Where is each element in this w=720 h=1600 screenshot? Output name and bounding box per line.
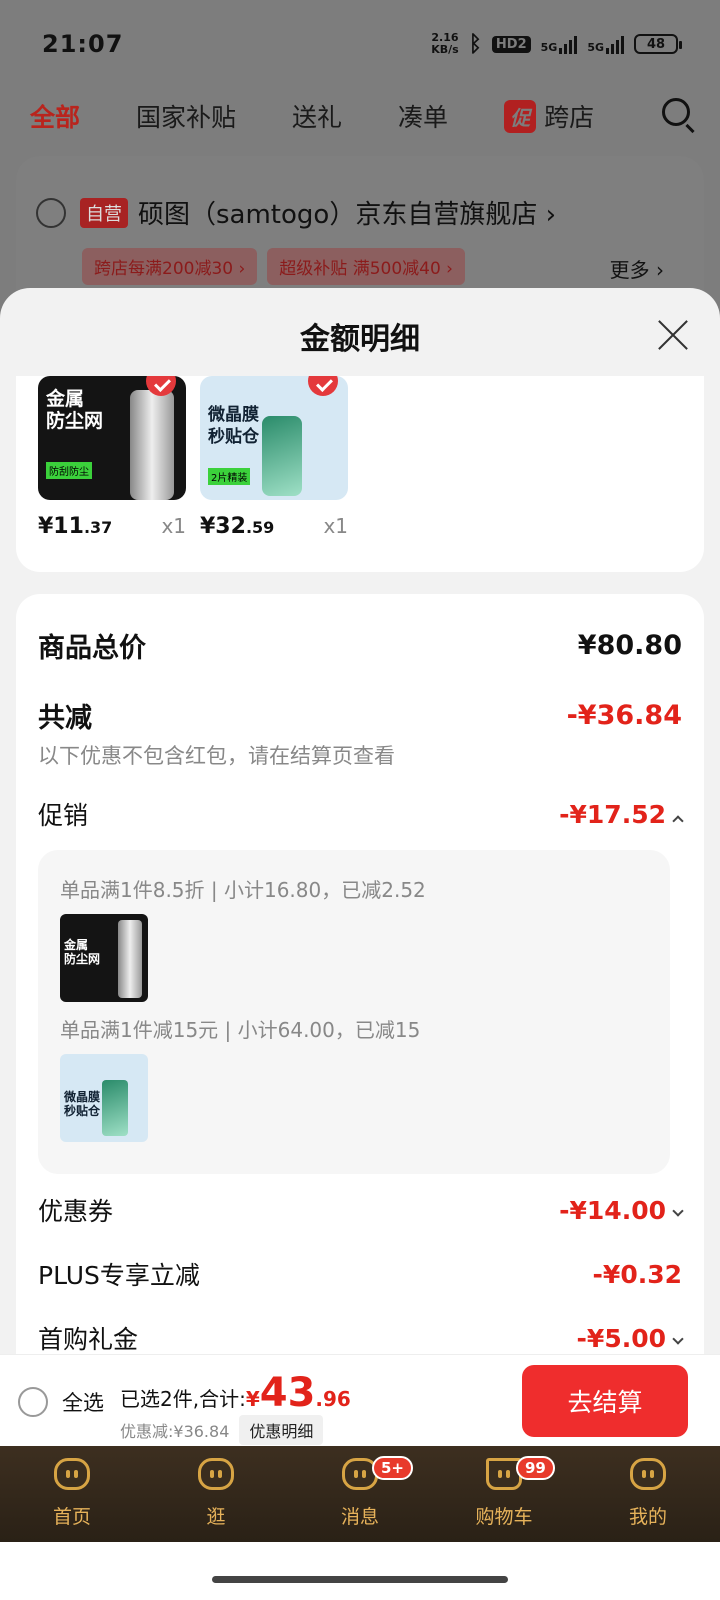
product-item[interactable]: 微晶膜 秒贴仓 2片精装 ¥32.59 x1 <box>200 376 348 539</box>
message-badge: 5+ <box>372 1456 414 1480</box>
promo-line: 单品满1件8.5折 | 小计16.80，已减2.52 <box>60 878 426 902</box>
profile-icon <box>630 1458 666 1490</box>
product-qty: x1 <box>161 514 186 538</box>
product-thumbnail: 金属 防尘网 防刮防尘 <box>38 376 186 500</box>
bottom-nav: 首页 逛 5+ 消息 99 购物车 我的 <box>0 1446 720 1542</box>
nav-browse[interactable]: 逛 <box>144 1446 288 1542</box>
product-price-row: ¥11.37 x1 <box>38 514 186 539</box>
signal-icon: 5G <box>541 34 578 54</box>
store-promo-chips: 跨店每满200减30 › 超级补贴 满500减40 › <box>82 248 465 285</box>
tab-all[interactable]: 全部 <box>30 98 80 134</box>
status-bar: 21:07 2.16 KB/s ᛒ HD2 5G 5G 48 <box>0 0 720 88</box>
amount-detail-sheet: 金额明细 金属 防尘网 防刮防尘 ¥11.37 x1 微晶膜 秒贴仓 2片精装 <box>0 288 720 1398</box>
checkout-bar: 全选 已选2件,合计: ¥ 43 .96 优惠减:¥36.84 优惠明细 去结算 <box>0 1354 720 1446</box>
signal-icon-2: 5G <box>587 34 624 54</box>
chevron-up-icon[interactable] <box>672 814 684 827</box>
promotion-value: -¥17.52 <box>559 800 684 829</box>
product-thumbnail: 微晶膜 秒贴仓 2片精装 <box>200 376 348 500</box>
promo-line: 单品满1件减15元 | 小计64.00，已减15 <box>60 1018 421 1042</box>
category-tabs: 全部 国家补贴 送礼 凑单 促 跨店 <box>0 88 720 144</box>
promo-tag-icon: 促 <box>504 99 537 133</box>
total-amount: 43 <box>259 1370 316 1416</box>
nav-cart[interactable]: 99 购物车 <box>432 1446 576 1542</box>
hd-voice-icon: HD2 <box>491 35 531 53</box>
cart-badge: 99 <box>516 1456 555 1480</box>
search-icon[interactable] <box>662 98 690 126</box>
home-icon <box>54 1458 90 1490</box>
phone-image <box>130 390 174 500</box>
discount-summary: 优惠减:¥36.84 优惠明细 <box>120 1415 324 1445</box>
first-purchase-row[interactable]: 首购礼金 -¥5.00 <box>38 1320 684 1356</box>
total-discount-value: -¥36.84 <box>566 700 682 731</box>
store-name[interactable]: 硕图（samtogo）京东自营旗舰店 › <box>138 194 556 231</box>
chevron-down-icon[interactable] <box>672 1204 684 1217</box>
product-price-row: ¥32.59 x1 <box>200 514 348 539</box>
coupon-row[interactable]: 优惠券 -¥14.00 <box>38 1192 684 1228</box>
promo-chip[interactable]: 跨店每满200减30 › <box>82 248 258 285</box>
promotion-row[interactable]: 促销 -¥17.52 <box>38 796 684 832</box>
promo-product-thumbnail: 金属 防尘网 <box>60 914 148 1002</box>
sheet-title: 金额明细 <box>300 322 420 357</box>
promo-chip[interactable]: 超级补贴 满500减40 › <box>267 248 465 285</box>
selected-products: 金属 防尘网 防刮防尘 ¥11.37 x1 微晶膜 秒贴仓 2片精装 ¥32.5… <box>16 376 704 572</box>
check-icon <box>308 376 338 396</box>
checkout-button[interactable]: 去结算 <box>522 1365 688 1437</box>
battery-icon: 48 <box>634 34 682 54</box>
product-qty: x1 <box>323 514 348 538</box>
self-operated-badge: 自营 <box>80 197 128 228</box>
total-price-value: ¥80.80 <box>577 630 682 661</box>
plus-discount-row: PLUS专享立减 -¥0.32 <box>38 1259 682 1291</box>
store-header[interactable]: 自营 硕图（samtogo）京东自营旗舰店 › <box>36 194 556 231</box>
network-speed: 2.16 KB/s <box>431 31 459 56</box>
total-price-row: 商品总价 ¥80.80 <box>38 630 682 664</box>
clock: 21:07 <box>42 30 124 58</box>
select-all-radio[interactable] <box>18 1387 48 1417</box>
nav-home[interactable]: 首页 <box>0 1446 144 1542</box>
tab-cross-store[interactable]: 跨店 <box>544 98 594 134</box>
bluetooth-icon: ᛒ <box>468 31 482 57</box>
product-item[interactable]: 金属 防尘网 防刮防尘 ¥11.37 x1 <box>38 376 186 539</box>
total-summary: 已选2件,合计: ¥ 43 .96 <box>120 1370 351 1416</box>
more-link[interactable]: 更多 › <box>610 254 664 283</box>
tab-bundle[interactable]: 凑单 <box>398 98 448 134</box>
tab-subsidy[interactable]: 国家补贴 <box>136 98 236 134</box>
store-select-radio[interactable] <box>36 197 66 228</box>
phone-image <box>262 416 302 496</box>
close-icon[interactable] <box>656 318 690 352</box>
promo-product-thumbnail: 微晶膜 秒贴仓 <box>60 1054 148 1142</box>
amount-breakdown: 商品总价 ¥80.80 共减 -¥36.84 以下优惠不包含红包，请在结算页查看… <box>16 594 704 1398</box>
nav-profile[interactable]: 我的 <box>576 1446 720 1542</box>
discount-detail-button[interactable]: 优惠明细 <box>239 1415 324 1445</box>
select-all-label[interactable]: 全选 <box>62 1387 104 1417</box>
nav-messages[interactable]: 5+ 消息 <box>288 1446 432 1542</box>
chevron-down-icon[interactable] <box>672 1332 684 1345</box>
discount-note: 以下优惠不包含红包，请在结算页查看 <box>38 744 395 768</box>
status-icons: 2.16 KB/s ᛒ HD2 5G 5G 48 <box>431 31 682 57</box>
promotion-details: 单品满1件8.5折 | 小计16.80，已减2.52 金属 防尘网 单品满1件减… <box>38 850 670 1174</box>
tab-gift[interactable]: 送礼 <box>292 98 342 134</box>
gesture-area <box>0 1542 720 1600</box>
browse-icon <box>198 1458 234 1490</box>
home-indicator[interactable] <box>212 1576 508 1583</box>
total-discount-row: 共减 -¥36.84 <box>38 700 682 734</box>
